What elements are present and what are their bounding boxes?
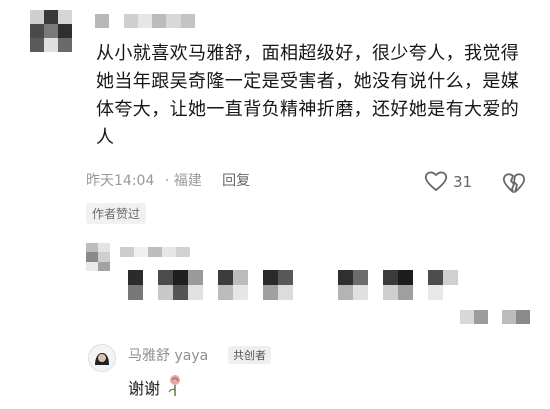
like-count: 31 bbox=[453, 173, 473, 191]
heart-outline-icon[interactable] bbox=[424, 170, 448, 196]
comment-time: 昨天14:04 bbox=[86, 173, 155, 189]
reply-button[interactable]: 回复 bbox=[222, 173, 250, 189]
rose-icon bbox=[166, 373, 184, 401]
second-username-censored bbox=[120, 247, 190, 257]
comment-location: · 福建 bbox=[164, 173, 202, 189]
second-avatar-censored[interactable] bbox=[86, 243, 110, 271]
reply-text: 谢谢 bbox=[128, 379, 161, 398]
second-meta-censored bbox=[460, 310, 530, 324]
comment-meta: 昨天14:04 · 福建 回复 bbox=[86, 170, 256, 190]
reply-username[interactable]: 马雅舒 yaya bbox=[128, 345, 208, 365]
broken-heart-icon[interactable] bbox=[502, 172, 526, 198]
reply-avatar[interactable] bbox=[88, 344, 116, 372]
comment-text: 从小就喜欢马雅舒，面相超级好，很少夸人，我觉得她当年跟吴奇隆一定是受害者，她没有… bbox=[96, 43, 520, 148]
co-creator-badge: 共创者 bbox=[228, 346, 271, 364]
second-comment-censored bbox=[128, 270, 458, 300]
username-censored bbox=[95, 14, 195, 28]
avatar-censored[interactable] bbox=[30, 10, 72, 52]
author-liked-badge: 作者赞过 bbox=[86, 203, 147, 224]
